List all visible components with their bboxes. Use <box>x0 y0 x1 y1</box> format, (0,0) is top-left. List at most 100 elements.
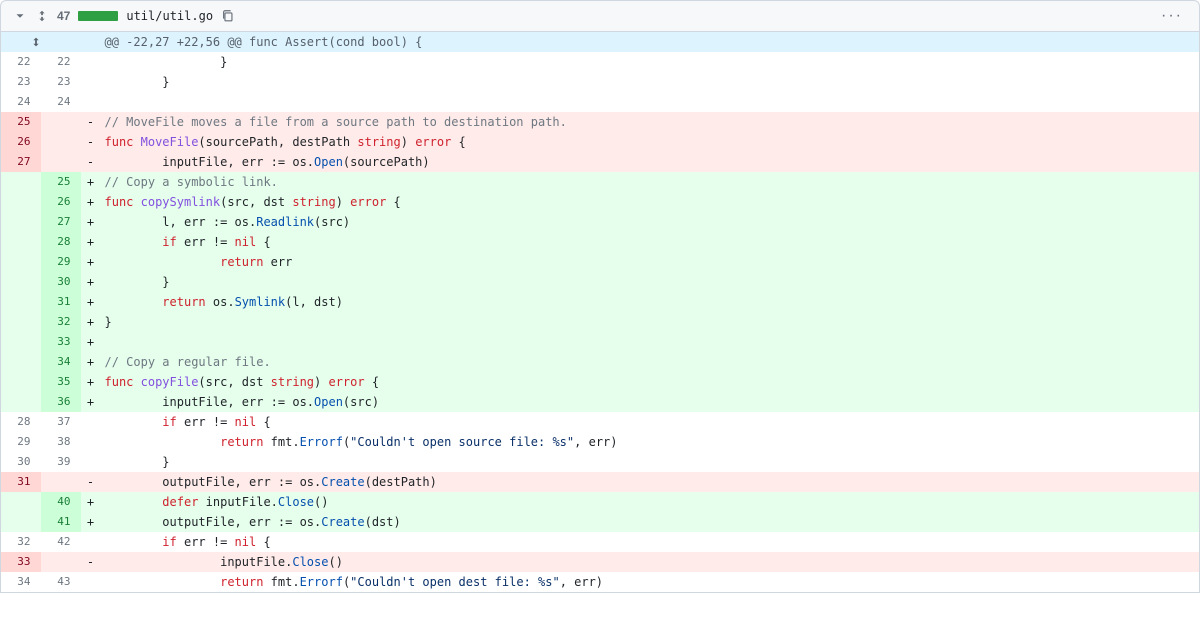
line-number-old[interactable]: 25 <box>1 112 41 132</box>
code-cell: func MoveFile(sourcePath, destPath strin… <box>101 132 1200 152</box>
line-number-new[interactable]: 31 <box>41 292 81 312</box>
chevron-down-icon[interactable] <box>13 9 27 23</box>
line-number-new[interactable] <box>41 152 81 172</box>
line-number-old[interactable]: 33 <box>1 552 41 572</box>
line-number-old[interactable]: 27 <box>1 152 41 172</box>
code-cell: if err != nil { <box>101 412 1200 432</box>
line-number-old[interactable]: 28 <box>1 412 41 432</box>
diff-line: 30+ } <box>1 272 1200 292</box>
line-number-new[interactable]: 39 <box>41 452 81 472</box>
line-number-new[interactable]: 29 <box>41 252 81 272</box>
line-number-new[interactable]: 32 <box>41 312 81 332</box>
diff-marker: + <box>81 192 101 212</box>
line-number-new[interactable] <box>41 472 81 492</box>
diff-marker: + <box>81 252 101 272</box>
diff-marker <box>81 412 101 432</box>
line-number-old[interactable]: 23 <box>1 72 41 92</box>
diff-marker: - <box>81 552 101 572</box>
diff-line: 31- outputFile, err := os.Create(destPat… <box>1 472 1200 492</box>
line-number-old[interactable] <box>1 392 41 412</box>
diff-line: 2837 if err != nil { <box>1 412 1200 432</box>
line-number-old[interactable]: 22 <box>1 52 41 72</box>
line-number-new[interactable]: 30 <box>41 272 81 292</box>
line-number-new[interactable] <box>41 112 81 132</box>
diff-marker: + <box>81 232 101 252</box>
diff-line: 34+// Copy a regular file. <box>1 352 1200 372</box>
diff-marker <box>81 432 101 452</box>
line-number-old[interactable] <box>1 352 41 372</box>
change-count: 47 <box>57 9 70 23</box>
line-number-new[interactable]: 34 <box>41 352 81 372</box>
line-number-old[interactable] <box>1 192 41 212</box>
line-number-new[interactable]: 25 <box>41 172 81 192</box>
diff-line: 25+// Copy a symbolic link. <box>1 172 1200 192</box>
code-cell: inputFile, err := os.Open(sourcePath) <box>101 152 1200 172</box>
line-number-old[interactable] <box>1 332 41 352</box>
file-path[interactable]: util/util.go <box>126 9 213 23</box>
diff-marker: + <box>81 352 101 372</box>
line-number-old[interactable] <box>1 512 41 532</box>
diff-marker: - <box>81 152 101 172</box>
line-number-new[interactable]: 40 <box>41 492 81 512</box>
code-cell: } <box>101 52 1200 72</box>
line-number-new[interactable]: 26 <box>41 192 81 212</box>
code-cell: l, err := os.Readlink(src) <box>101 212 1200 232</box>
line-number-old[interactable]: 34 <box>1 572 41 593</box>
line-number-new[interactable]: 37 <box>41 412 81 432</box>
line-number-old[interactable]: 26 <box>1 132 41 152</box>
line-number-old[interactable]: 24 <box>1 92 41 112</box>
diff-marker: + <box>81 212 101 232</box>
line-number-new[interactable]: 28 <box>41 232 81 252</box>
line-number-new[interactable] <box>41 132 81 152</box>
line-number-new[interactable]: 38 <box>41 432 81 452</box>
diff-marker <box>81 532 101 552</box>
more-options-icon[interactable]: ··· <box>1157 7 1187 25</box>
diff-marker <box>81 92 101 112</box>
diff-marker: + <box>81 492 101 512</box>
line-number-old[interactable]: 29 <box>1 432 41 452</box>
code-cell: return os.Symlink(l, dst) <box>101 292 1200 312</box>
line-number-new[interactable]: 27 <box>41 212 81 232</box>
line-number-old[interactable] <box>1 292 41 312</box>
code-cell: if err != nil { <box>101 232 1200 252</box>
line-number-new[interactable]: 42 <box>41 532 81 552</box>
line-number-old[interactable]: 31 <box>1 472 41 492</box>
code-cell: return fmt.Errorf("Couldn't open dest fi… <box>101 572 1200 593</box>
diff-line: 36+ inputFile, err := os.Open(src) <box>1 392 1200 412</box>
code-cell: inputFile, err := os.Open(src) <box>101 392 1200 412</box>
line-number-old[interactable] <box>1 232 41 252</box>
expand-hunk-icon[interactable] <box>1 32 81 52</box>
line-number-new[interactable]: 33 <box>41 332 81 352</box>
line-number-new[interactable]: 22 <box>41 52 81 72</box>
diff-line: 31+ return os.Symlink(l, dst) <box>1 292 1200 312</box>
hunk-header-row: @@ -22,27 +22,56 @@ func Assert(cond boo… <box>1 32 1200 52</box>
line-number-old[interactable] <box>1 272 41 292</box>
diff-line: 2222 } <box>1 52 1200 72</box>
diff-table: @@ -22,27 +22,56 @@ func Assert(cond boo… <box>0 32 1200 593</box>
line-number-new[interactable]: 35 <box>41 372 81 392</box>
code-cell: return fmt.Errorf("Couldn't open source … <box>101 432 1200 452</box>
code-cell: } <box>101 72 1200 92</box>
line-number-old[interactable]: 32 <box>1 532 41 552</box>
diff-marker <box>81 72 101 92</box>
line-number-new[interactable]: 43 <box>41 572 81 593</box>
line-number-new[interactable] <box>41 552 81 572</box>
line-number-old[interactable] <box>1 372 41 392</box>
diff-line: 3443 return fmt.Errorf("Couldn't open de… <box>1 572 1200 593</box>
line-number-new[interactable]: 24 <box>41 92 81 112</box>
code-cell: inputFile.Close() <box>101 552 1200 572</box>
line-number-new[interactable]: 36 <box>41 392 81 412</box>
line-number-old[interactable] <box>1 492 41 512</box>
code-cell <box>101 332 1200 352</box>
expand-all-icon[interactable] <box>35 9 49 23</box>
line-number-old[interactable] <box>1 172 41 192</box>
copy-icon[interactable] <box>221 9 235 23</box>
line-number-old[interactable] <box>1 312 41 332</box>
line-number-old[interactable]: 30 <box>1 452 41 472</box>
line-number-new[interactable]: 41 <box>41 512 81 532</box>
line-number-old[interactable] <box>1 212 41 232</box>
line-number-new[interactable]: 23 <box>41 72 81 92</box>
line-number-old[interactable] <box>1 252 41 272</box>
diff-marker: + <box>81 512 101 532</box>
diff-line: 33 - inputFile.Close() <box>1 552 1200 572</box>
